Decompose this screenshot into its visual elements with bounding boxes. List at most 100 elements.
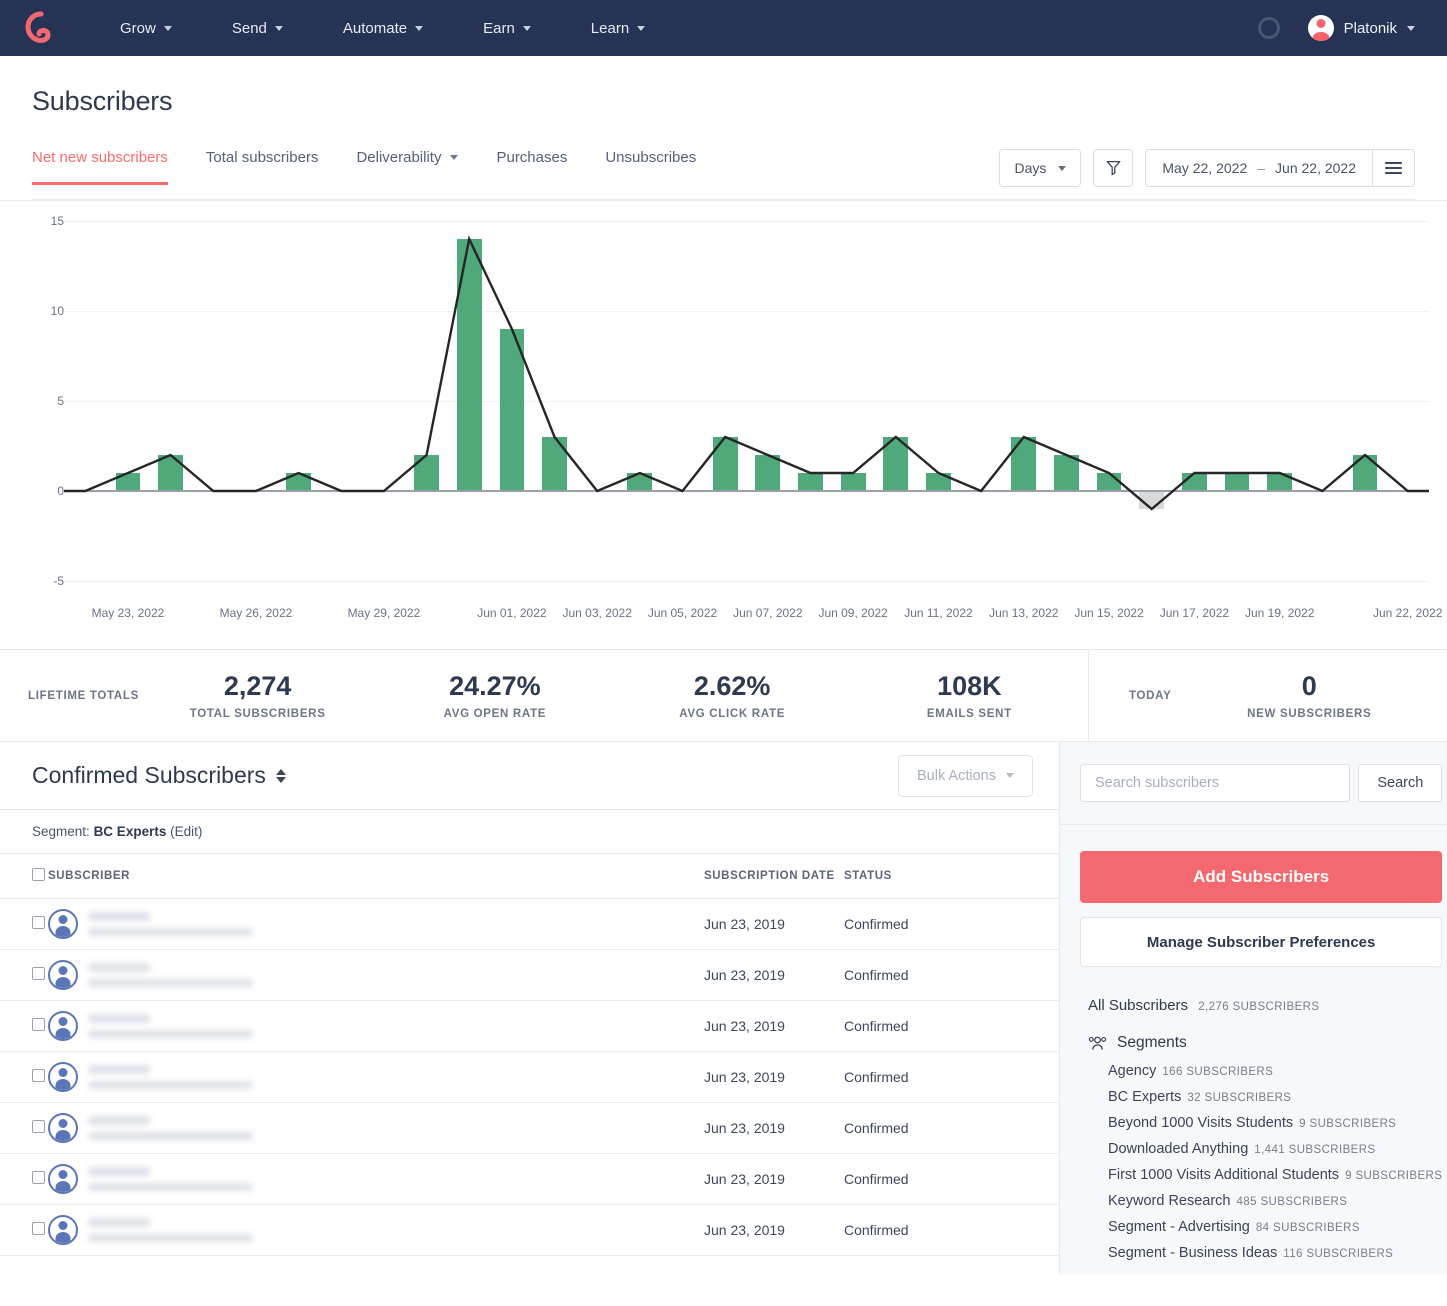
- convertkit-logo-icon[interactable]: [24, 11, 58, 45]
- table-title-text: Confirmed Subscribers: [32, 762, 266, 789]
- row-select-cell: [0, 1154, 48, 1205]
- row-checkbox[interactable]: [32, 1171, 45, 1184]
- table-row[interactable]: Jun 23, 2019Confirmed: [0, 950, 1059, 1001]
- row-checkbox[interactable]: [32, 1222, 45, 1235]
- segment-prefix: Segment:: [32, 824, 90, 839]
- segment-list-item[interactable]: BC Experts32 SUBSCRIBERS: [1108, 1084, 1442, 1110]
- table-row[interactable]: Jun 23, 2019Confirmed: [0, 1154, 1059, 1205]
- chart-toolbar: Days May 22, 2022 – Jun 22, 2022: [999, 149, 1415, 199]
- segment-list-item[interactable]: Agency166 SUBSCRIBERS: [1108, 1058, 1442, 1084]
- stat-value: 0: [1172, 671, 1447, 702]
- nav-right-group: Platonik: [1258, 15, 1423, 41]
- manage-subscriber-preferences-button[interactable]: Manage Subscriber Preferences: [1080, 917, 1442, 967]
- net-new-subscribers-chart: 151050-5May 23, 2022May 26, 2022May 29, …: [0, 200, 1447, 650]
- row-checkbox[interactable]: [32, 1018, 45, 1031]
- segment-count: 9 SUBSCRIBERS: [1345, 1170, 1442, 1182]
- segment-list-item[interactable]: Keyword Research485 SUBSCRIBERS: [1108, 1188, 1442, 1214]
- tab-total-subscribers[interactable]: Total subscribers: [206, 149, 319, 185]
- nav-item-earn[interactable]: Earn: [465, 20, 549, 37]
- segment-list-item[interactable]: Downloaded Anything1,441 SUBSCRIBERS: [1108, 1136, 1442, 1162]
- segment-list-item[interactable]: Segment - Advertising84 SUBSCRIBERS: [1108, 1214, 1442, 1240]
- subscriber-cell: [48, 899, 704, 950]
- segment-list-item[interactable]: First 1000 Visits Additional Students9 S…: [1108, 1162, 1442, 1188]
- avatar: [48, 960, 78, 990]
- nav-item-learn[interactable]: Learn: [573, 20, 663, 37]
- nav-item-automate[interactable]: Automate: [325, 20, 441, 37]
- x-axis-tick-label: Jun 13, 2022: [989, 606, 1058, 620]
- search-button[interactable]: Search: [1358, 764, 1442, 802]
- tab-unsubscribes[interactable]: Unsubscribes: [605, 149, 696, 185]
- subscriber-name-email-redacted: [88, 1014, 278, 1038]
- chevron-down-icon: [637, 26, 645, 31]
- x-axis-tick-label: Jun 17, 2022: [1160, 606, 1229, 620]
- all-subscribers-label: All Subscribers: [1088, 997, 1188, 1014]
- segment-name: Keyword Research: [1108, 1193, 1231, 1209]
- chevron-down-icon: [450, 155, 458, 160]
- table-row[interactable]: Jun 23, 2019Confirmed: [0, 1205, 1059, 1256]
- status-cell: Confirmed: [844, 1001, 1059, 1052]
- subscriber-cell: [48, 1001, 704, 1052]
- segment-name: Agency: [1108, 1063, 1156, 1079]
- date-range-picker[interactable]: May 22, 2022 – Jun 22, 2022: [1145, 149, 1415, 187]
- table-row[interactable]: Jun 23, 2019Confirmed: [0, 1052, 1059, 1103]
- segment-list-item[interactable]: Beyond 1000 Visits Students9 SUBSCRIBERS: [1108, 1110, 1442, 1136]
- nav-item-label: Earn: [483, 20, 515, 37]
- row-checkbox[interactable]: [32, 1120, 45, 1133]
- date-range-text: May 22, 2022 – Jun 22, 2022: [1146, 160, 1372, 176]
- tab-purchases[interactable]: Purchases: [496, 149, 567, 185]
- table-row[interactable]: Jun 23, 2019Confirmed: [0, 899, 1059, 950]
- segment-name: Segment - Advertising: [1108, 1219, 1250, 1235]
- segments-heading-label: Segments: [1117, 1034, 1187, 1052]
- subscribers-table: SUBSCRIBER SUBSCRIPTION DATE STATUS Jun …: [0, 854, 1059, 1256]
- chart-trend-line: [0, 201, 1447, 651]
- tab-label: Purchases: [496, 149, 567, 166]
- hamburger-icon: [1385, 159, 1402, 177]
- table-body: Jun 23, 2019ConfirmedJun 23, 2019Confirm…: [0, 899, 1059, 1256]
- nav-item-send[interactable]: Send: [214, 20, 301, 37]
- granularity-select[interactable]: Days: [999, 149, 1081, 187]
- ring-icon[interactable]: [1258, 17, 1280, 39]
- row-select-cell: [0, 950, 48, 1001]
- stat-value: 2,274: [139, 671, 376, 702]
- row-checkbox[interactable]: [32, 967, 45, 980]
- bulk-actions-button[interactable]: Bulk Actions: [898, 755, 1033, 797]
- account-menu[interactable]: Platonik: [1308, 15, 1415, 41]
- account-name: Platonik: [1344, 20, 1397, 37]
- stat-new-subscribers-today: 0 NEW SUBSCRIBERS: [1172, 671, 1447, 720]
- chevron-down-icon: [1006, 773, 1014, 778]
- date-range-menu-button[interactable]: [1372, 150, 1414, 186]
- sort-arrows-icon[interactable]: [276, 769, 286, 783]
- x-axis-tick-label: Jun 19, 2022: [1245, 606, 1314, 620]
- row-checkbox[interactable]: [32, 1069, 45, 1082]
- subscription-date-cell: Jun 23, 2019: [704, 950, 844, 1001]
- subscriber-cell: [48, 1103, 704, 1154]
- tab-deliverability[interactable]: Deliverability: [356, 149, 458, 185]
- filter-button[interactable]: [1093, 149, 1133, 187]
- column-subscription-date: SUBSCRIPTION DATE: [704, 854, 844, 899]
- main-menu: Grow Send Automate Earn Learn: [102, 20, 687, 37]
- segment-count: 32 SUBSCRIBERS: [1187, 1092, 1291, 1104]
- add-subscribers-button[interactable]: Add Subscribers: [1080, 851, 1442, 903]
- segments-heading: Segments: [1080, 1034, 1442, 1052]
- stat-label: EMAILS SENT: [851, 708, 1088, 720]
- tab-net-new-subscribers[interactable]: Net new subscribers: [32, 149, 168, 185]
- select-all-checkbox[interactable]: [32, 868, 45, 881]
- x-axis-tick-label: Jun 03, 2022: [563, 606, 632, 620]
- row-checkbox[interactable]: [32, 916, 45, 929]
- stat-avg-open-rate: 24.27% AVG OPEN RATE: [376, 671, 613, 720]
- subscriber-name-email-redacted: [88, 1065, 278, 1089]
- date-range-separator: –: [1257, 160, 1265, 176]
- table-row[interactable]: Jun 23, 2019Confirmed: [0, 1103, 1059, 1154]
- nav-item-grow[interactable]: Grow: [102, 20, 190, 37]
- table-row[interactable]: Jun 23, 2019Confirmed: [0, 1001, 1059, 1052]
- segment-edit-link[interactable]: (Edit): [170, 824, 202, 839]
- segment-list-item[interactable]: Segment - Business Ideas116 SUBSCRIBERS: [1108, 1240, 1442, 1266]
- all-subscribers-item[interactable]: All Subscribers 2,276 SUBSCRIBERS: [1080, 997, 1442, 1014]
- chevron-down-icon: [275, 26, 283, 31]
- avatar: [48, 1011, 78, 1041]
- avatar: [1308, 15, 1334, 41]
- avatar: [48, 909, 78, 939]
- funnel-icon: [1106, 160, 1121, 176]
- search-input[interactable]: [1080, 764, 1350, 802]
- stat-label: AVG OPEN RATE: [376, 708, 613, 720]
